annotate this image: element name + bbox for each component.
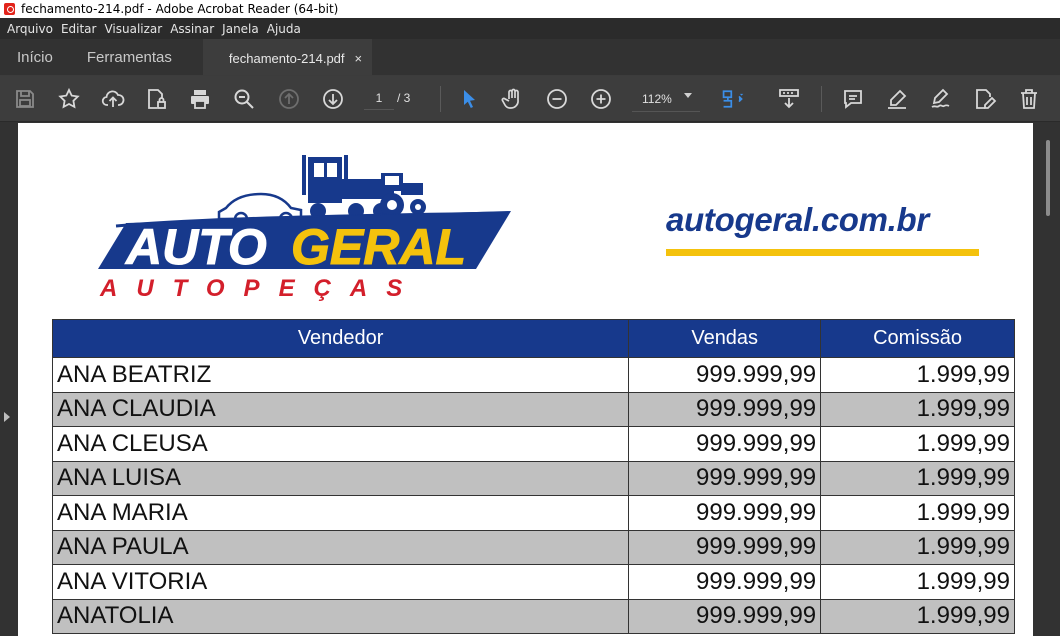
logo-text-auto: AUTO [124,219,267,275]
cell-comissao: 1.999,99 [820,391,1015,427]
cell-vendas: 999.999,99 [628,426,822,462]
table-row: ANA CLEUSA 999.999,99 1.999,99 [51,426,1015,462]
zoom-in-icon[interactable] [588,86,614,112]
cell-vendas: 999.999,99 [628,391,822,427]
print-icon[interactable] [187,86,213,112]
sign-icon[interactable] [928,86,954,112]
highlight-pen-icon[interactable] [884,86,910,112]
tractor-graphic [380,173,426,217]
toolbar-divider [821,86,822,112]
menu-visualizar[interactable]: Visualizar [104,22,162,36]
cell-comissao: 1.999,99 [820,460,1015,496]
truck-graphic [302,155,394,219]
cell-comissao: 1.999,99 [820,564,1015,600]
autogeral-logo: AUTO GERAL AUTOPEÇAS [98,155,511,301]
page-number-input[interactable]: 1 [364,86,394,110]
header-vendas: Vendas [628,319,822,358]
vertical-scrollbar[interactable] [1046,140,1050,216]
cell-vendas: 999.999,99 [628,357,822,393]
site-url-underline [666,249,979,256]
page-total: / 3 [397,91,411,105]
tab-document[interactable]: fechamento-214.pdf × [202,39,373,75]
tab-tools[interactable]: Ferramentas [70,39,189,75]
menu-assinar[interactable]: Assinar [170,22,214,36]
toolbar-divider [440,86,441,112]
save-icon[interactable] [12,86,38,112]
header-vendedor: Vendedor [51,319,630,358]
tab-document-label: fechamento-214.pdf [228,50,345,66]
sales-table: Vendedor Vendas Comissão ANA BEATRIZ 999… [51,319,1015,634]
cell-vendas: 999.999,99 [628,529,822,565]
zoom-search-icon[interactable] [231,86,257,112]
zoom-level-dropdown[interactable]: 112% [632,86,700,112]
cell-comissao: 1.999,99 [820,598,1015,634]
comment-icon[interactable] [840,86,866,112]
cell-vendedor: ANA BEATRIZ [51,357,630,393]
zoom-level-value: 112% [642,91,672,106]
acrobat-pdf-icon [4,3,15,15]
cell-vendedor: ANATOLIA [51,598,630,634]
cell-vendas: 999.999,99 [628,564,822,600]
menu-arquivo[interactable]: Arquivo [7,22,53,36]
cell-vendas: 999.999,99 [628,460,822,496]
cell-comissao: 1.999,99 [820,495,1015,531]
cell-vendedor: ANA CLAUDIA [51,391,630,427]
table-row: ANATOLIA 999.999,99 1.999,99 [51,598,1015,634]
cell-comissao: 1.999,99 [820,529,1015,565]
tab-close-icon[interactable]: × [355,51,363,66]
table-row: ANA MARIA 999.999,99 1.999,99 [51,495,1015,531]
menu-ajuda[interactable]: Ajuda [267,22,301,36]
tab-bar: Início Ferramentas fechamento-214.pdf × [0,39,1060,76]
site-url: autogeral.com.br [666,201,929,238]
cell-vendas: 999.999,99 [628,598,822,634]
upload-cloud-icon[interactable] [100,86,126,112]
cell-comissao: 1.999,99 [820,426,1015,462]
select-cursor-icon[interactable] [456,86,482,112]
logo-text-autopecas: AUTOPEÇAS [99,275,421,301]
cell-comissao: 1.999,99 [820,357,1015,393]
header-comissao: Comissão [820,319,1015,358]
menu-janela[interactable]: Janela [222,22,259,36]
window-titlebar: fechamento-214.pdf - Adobe Acrobat Reade… [0,0,1060,18]
cell-vendedor: ANA CLEUSA [51,426,630,462]
table-row: ANA PAULA 999.999,99 1.999,99 [51,529,1015,565]
fit-page-icon[interactable] [720,86,746,112]
delete-icon[interactable] [1016,86,1042,112]
menu-editar[interactable]: Editar [61,22,97,36]
edit-pdf-icon[interactable] [972,86,998,112]
zoom-out-icon[interactable] [544,86,570,112]
cell-vendedor: ANA LUISA [51,460,630,496]
table-header-row: Vendedor Vendas Comissão [51,319,1015,358]
table-row: ANA CLAUDIA 999.999,99 1.999,99 [51,391,1015,427]
logo-text-geral: GERAL [291,219,466,275]
page-down-icon[interactable] [320,86,346,112]
table-row: ANA BEATRIZ 999.999,99 1.999,99 [51,357,1015,393]
scroll-mode-icon[interactable] [776,86,802,112]
cell-vendedor: ANA MARIA [51,495,630,531]
document-lock-icon[interactable] [143,86,169,112]
table-row: ANA LUISA 999.999,99 1.999,99 [51,460,1015,496]
chevron-down-icon [684,93,692,98]
hand-icon[interactable] [500,86,526,112]
bookmark-star-icon[interactable] [56,86,82,112]
menu-bar: Arquivo Editar Visualizar Assinar Janela… [0,18,1060,39]
expand-left-panel-icon[interactable] [4,412,10,422]
table-row: ANA VITORIA 999.999,99 1.999,99 [51,564,1015,600]
pdf-page: AUTO GERAL AUTOPEÇAS autogeral.com.br Ve… [18,123,1033,636]
cell-vendedor: ANA VITORIA [51,564,630,600]
cell-vendas: 999.999,99 [628,495,822,531]
page-up-icon[interactable] [276,86,302,112]
tab-home[interactable]: Início [0,39,70,75]
window-title: fechamento-214.pdf - Adobe Acrobat Reade… [21,2,339,16]
cell-vendedor: ANA PAULA [51,529,630,565]
